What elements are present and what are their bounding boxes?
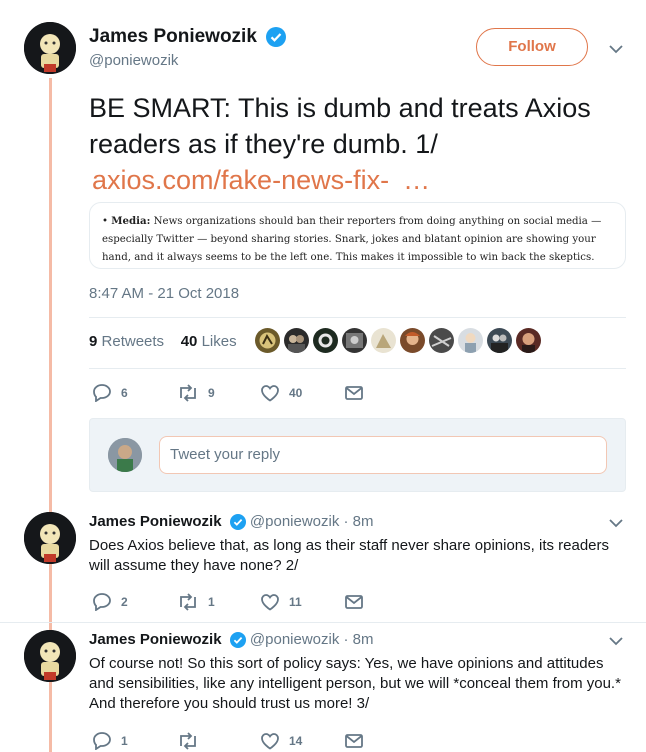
direct-message-action[interactable]: [344, 594, 364, 610]
divider: [89, 317, 626, 318]
reply-header: James Poniewozik @poniewozik · 8m: [89, 631, 374, 649]
reply-author-avatar[interactable]: [24, 630, 76, 682]
like-action[interactable]: 40: [260, 384, 344, 402]
liker-avatar[interactable]: [371, 328, 396, 353]
tweet-link[interactable]: axios.com/fake-news-fix- …: [92, 165, 430, 195]
tweet-link-text: axios.com/fake-news-fix-: [92, 165, 390, 195]
envelope-icon: [345, 594, 363, 609]
retweet-icon: [180, 383, 196, 402]
tweet-actions: 6 9 40: [92, 383, 364, 402]
liker-avatar[interactable]: [487, 328, 512, 353]
heart-icon: [261, 732, 279, 750]
liker-avatar[interactable]: [342, 328, 367, 353]
likes-label: Likes: [201, 333, 237, 350]
reply-author-name[interactable]: James Poniewozik: [89, 513, 222, 530]
reply-composer: Tweet your reply: [89, 418, 626, 492]
reply-author-name[interactable]: James Poniewozik: [89, 631, 222, 648]
reply-actions: 2 1 11: [92, 592, 364, 611]
reply-header: James Poniewozik @poniewozik · 8m: [89, 513, 374, 531]
reply-actions: 1 14: [92, 731, 364, 750]
reply-text: Of course not! So this sort of policy sa…: [89, 655, 621, 712]
liker-avatar[interactable]: [255, 328, 280, 353]
liker-avatars: [255, 328, 541, 353]
retweet-count: 1: [208, 594, 215, 609]
reply-icon: [93, 593, 111, 611]
author-name-text: James Poniewozik: [89, 26, 257, 47]
chevron-down-icon[interactable]: [609, 518, 623, 528]
verified-badge-icon: [229, 514, 246, 531]
like-action[interactable]: 11: [260, 593, 344, 611]
liker-avatar[interactable]: [429, 328, 454, 353]
reply-meta[interactable]: @poniewozik · 8m: [250, 631, 374, 648]
reply-meta[interactable]: @poniewozik · 8m: [250, 513, 374, 530]
retweet-action[interactable]: 1: [176, 592, 260, 611]
media-card-label: Media:: [111, 215, 151, 227]
reply-count: 2: [121, 594, 128, 609]
like-count: 40: [289, 385, 303, 400]
reply-count: 1: [121, 733, 128, 748]
retweet-icon: [180, 592, 196, 611]
like-count: 14: [289, 733, 303, 748]
liker-avatar[interactable]: [458, 328, 483, 353]
follow-button[interactable]: Follow: [476, 28, 588, 66]
envelope-icon: [345, 385, 363, 400]
liker-avatar[interactable]: [400, 328, 425, 353]
divider: [0, 622, 646, 623]
heart-icon: [261, 593, 279, 611]
retweet-icon: [180, 731, 196, 750]
author-avatar[interactable]: [24, 22, 76, 74]
retweets-stat[interactable]: 9 Retweets: [89, 333, 164, 350]
reply-text: Does Axios believe that, as long as thei…: [89, 537, 610, 574]
reply-action[interactable]: 1: [92, 731, 176, 750]
direct-message-action[interactable]: [344, 385, 364, 401]
tweet-link-ellipsis: …: [403, 165, 431, 195]
reply-count: 6: [121, 385, 128, 400]
retweets-label: Retweets: [101, 333, 165, 350]
divider: [89, 368, 626, 369]
reply-icon: [93, 384, 111, 402]
liker-avatar[interactable]: [313, 328, 338, 353]
tweet-text: BE SMART: This is dumb and treats Axios …: [89, 90, 629, 198]
liker-avatar[interactable]: [284, 328, 309, 353]
reply-action[interactable]: 2: [92, 592, 176, 611]
retweet-action[interactable]: 9: [176, 383, 260, 402]
tweet-body: BE SMART: This is dumb and treats Axios …: [89, 93, 591, 159]
heart-icon: [261, 384, 279, 402]
author-handle[interactable]: @poniewozik: [89, 52, 178, 69]
verified-badge-icon: [266, 26, 287, 47]
direct-message-action[interactable]: [344, 733, 364, 749]
tweet-stats: 9 Retweets 40 Likes: [89, 333, 237, 350]
retweet-action[interactable]: [176, 731, 260, 750]
like-action[interactable]: 14: [260, 732, 344, 750]
liker-avatar[interactable]: [516, 328, 541, 353]
reply-input[interactable]: Tweet your reply: [159, 436, 607, 474]
reply-action[interactable]: 6: [92, 383, 176, 402]
chevron-down-icon[interactable]: [609, 44, 623, 54]
reply-author-avatar[interactable]: [24, 512, 76, 564]
like-count: 11: [289, 594, 302, 609]
media-card[interactable]: • Media: News organizations should ban t…: [89, 202, 626, 269]
chevron-down-icon[interactable]: [609, 636, 623, 646]
envelope-icon: [345, 733, 363, 748]
retweet-count: 9: [208, 385, 215, 400]
reply-icon: [93, 732, 111, 750]
user-avatar: [108, 438, 142, 472]
tweet-timestamp[interactable]: 8:47 AM - 21 Oct 2018: [89, 285, 239, 302]
likes-stat[interactable]: 40 Likes: [181, 333, 237, 350]
media-card-body: News organizations should ban their repo…: [102, 216, 602, 263]
author-name[interactable]: James Poniewozik: [89, 26, 287, 48]
retweets-count: 9: [89, 333, 98, 350]
likes-count: 40: [180, 333, 198, 350]
verified-badge-icon: [229, 632, 246, 649]
